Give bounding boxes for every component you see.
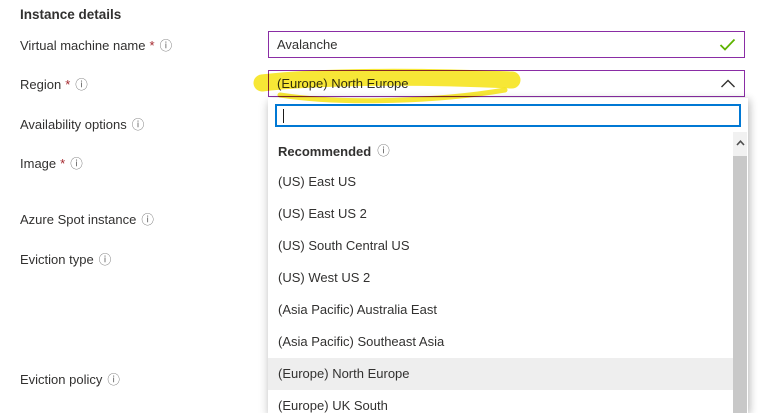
field-label-azure-spot-instance: Azure Spot instance ⓘ — [20, 212, 154, 228]
field-label-text: Image — [20, 156, 56, 172]
region-selected-value: (Europe) North Europe — [277, 76, 720, 91]
create-vm-instance-details: Instance details Virtual machine name * … — [0, 0, 769, 413]
dropdown-group-recommended: Recommended ⓘ — [268, 138, 733, 164]
scrollbar-thumb[interactable] — [733, 156, 747, 413]
region-option-west-us-2[interactable]: (US) West US 2 — [268, 262, 733, 294]
text-caret — [283, 109, 284, 123]
field-label-virtual-machine-name: Virtual machine name * ⓘ — [20, 38, 172, 54]
region-option-south-central-us[interactable]: (US) South Central US — [268, 230, 733, 262]
vm-name-value: Avalanche — [277, 37, 719, 52]
field-label-eviction-policy: Eviction policy ⓘ — [20, 372, 120, 388]
field-label-text: Availability options — [20, 117, 127, 133]
valid-check-icon — [719, 38, 736, 51]
region-dropdown[interactable]: (Europe) North Europe — [268, 70, 745, 97]
region-search-input[interactable] — [275, 104, 741, 127]
group-header-text: Recommended — [278, 144, 371, 159]
chevron-up-icon — [720, 79, 736, 88]
vm-name-input[interactable]: Avalanche — [268, 31, 745, 58]
info-icon[interactable]: ⓘ — [132, 119, 145, 132]
required-asterisk: * — [60, 156, 65, 172]
region-option-uk-south[interactable]: (Europe) UK South — [268, 390, 733, 413]
region-option-southeast-asia[interactable]: (Asia Pacific) Southeast Asia — [268, 326, 733, 358]
field-label-eviction-type: Eviction type ⓘ — [20, 252, 111, 268]
info-icon[interactable]: ⓘ — [377, 145, 390, 158]
dropdown-scrollbar[interactable] — [733, 132, 747, 413]
field-label-text: Azure Spot instance — [20, 212, 136, 228]
info-icon[interactable]: ⓘ — [75, 79, 88, 92]
region-dropdown-panel: Recommended ⓘ (US) East US (US) East US … — [268, 98, 748, 413]
required-asterisk: * — [150, 38, 155, 54]
field-label-region: Region * ⓘ — [20, 77, 88, 93]
field-label-text: Eviction type — [20, 252, 94, 268]
region-option-north-europe[interactable]: (Europe) North Europe — [268, 358, 733, 390]
info-icon[interactable]: ⓘ — [99, 254, 112, 267]
scroll-up-arrow-icon — [736, 140, 745, 146]
info-icon[interactable]: ⓘ — [160, 40, 173, 53]
info-icon[interactable]: ⓘ — [107, 374, 120, 387]
field-label-image: Image * ⓘ — [20, 156, 83, 172]
field-label-availability-options: Availability options ⓘ — [20, 117, 144, 133]
field-label-text: Region — [20, 77, 61, 93]
field-label-text: Eviction policy — [20, 372, 102, 388]
scroll-up-button[interactable] — [733, 132, 747, 154]
required-asterisk: * — [65, 77, 70, 93]
region-option-east-us[interactable]: (US) East US — [268, 166, 733, 198]
region-option-australia-east[interactable]: (Asia Pacific) Australia East — [268, 294, 733, 326]
info-icon[interactable]: ⓘ — [70, 158, 83, 171]
region-option-east-us-2[interactable]: (US) East US 2 — [268, 198, 733, 230]
section-title: Instance details — [20, 7, 121, 22]
info-icon[interactable]: ⓘ — [141, 214, 154, 227]
field-label-text: Virtual machine name — [20, 38, 146, 54]
